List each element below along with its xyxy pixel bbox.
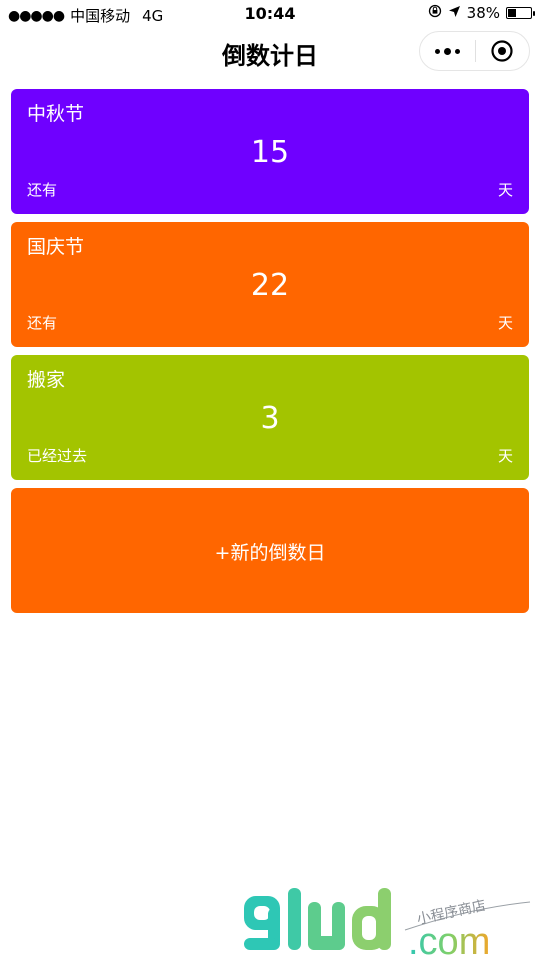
card-prefix: 已经过去 [27,447,88,465]
card-prefix: 还有 [27,314,58,332]
more-button[interactable] [420,31,475,71]
battery-level [508,9,516,17]
card-title: 搬家 [27,369,66,391]
add-countdown-button[interactable]: +新的倒数日 [11,488,529,613]
card-count: 3 [260,401,280,436]
watermark-logo: .com 小程序商店 [240,888,540,963]
battery-icon [506,7,535,19]
nav-bar: 倒数计日 [0,28,540,78]
close-button[interactable] [475,31,529,71]
card-unit: 天 [497,181,513,199]
card-title: 国庆节 [27,236,85,258]
countdown-card-national-day[interactable]: 国庆节 22 还有 天 [11,222,529,347]
card-title: 中秋节 [27,103,85,125]
mini-program-capsule [419,31,530,71]
glud-logo: .com 小程序商店 [244,888,531,963]
card-unit: 天 [497,447,513,465]
card-count: 15 [250,135,290,170]
location-arrow-icon [448,4,461,22]
countdown-card-mid-autumn[interactable]: 中秋节 15 还有 天 [11,89,529,214]
more-dots-icon [434,47,460,55]
rotation-lock-icon [428,4,442,22]
status-right: 38% [428,4,535,22]
target-close-icon [491,40,513,62]
battery-percent: 38% [466,4,500,22]
card-prefix: 还有 [27,181,58,199]
card-unit: 天 [497,314,513,332]
card-count: 22 [250,268,290,303]
status-bar: ●●●●● 中国移动 4G 10:44 38% [0,0,540,28]
add-countdown-label: +新的倒数日 [214,542,326,564]
countdown-card-moving[interactable]: 搬家 3 已经过去 天 [11,355,529,480]
